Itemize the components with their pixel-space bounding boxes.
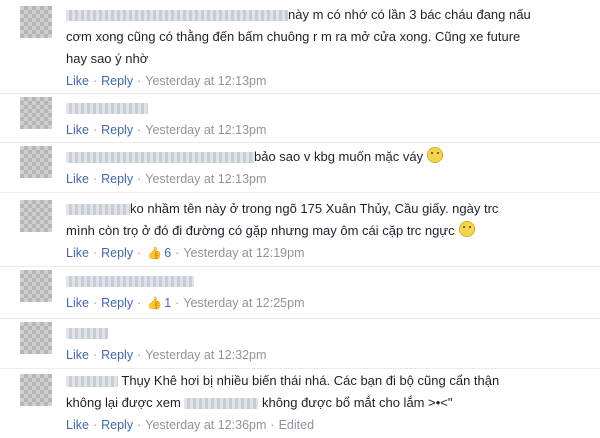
reply-link[interactable]: Reply <box>101 74 133 88</box>
thumbs-up-icon[interactable]: 👍 <box>145 246 164 260</box>
avatar[interactable] <box>20 270 52 302</box>
reply-link[interactable]: Reply <box>101 296 133 310</box>
blurred-word <box>184 398 259 410</box>
separator-dot: · <box>92 348 98 362</box>
comment-text: ko nhầm tên này ở trong ngõ 175 Xuân Thủ… <box>130 201 499 216</box>
avatar[interactable] <box>20 200 52 232</box>
separator-dot: · <box>137 296 142 310</box>
separator-dot: · <box>92 296 98 310</box>
comment-text: cơm xong cũng có thằng đến bấm chuông r … <box>66 29 521 44</box>
comment-text: mình còn trọ ở đó đi đường có gặp nhưng … <box>66 223 455 238</box>
separator-dot: · <box>137 74 142 88</box>
avatar[interactable] <box>20 146 52 178</box>
timestamp[interactable]: Yesterday at 12:13pm <box>145 123 266 137</box>
separator-dot: · <box>92 246 98 260</box>
grin-emoji-icon <box>458 221 475 237</box>
blurred-name <box>66 204 130 216</box>
thumbs-up-icon[interactable]: 👍 <box>145 296 164 310</box>
separator-dot: · <box>175 296 180 310</box>
separator-dot: · <box>92 418 98 432</box>
blurred-name <box>66 10 288 22</box>
avatar[interactable] <box>20 374 52 406</box>
separator-dot: · <box>92 74 98 88</box>
timestamp[interactable]: Yesterday at 12:25pm <box>183 296 304 310</box>
like-link[interactable]: Like <box>66 418 89 432</box>
separator-dot: · <box>137 123 142 137</box>
reply-link[interactable]: Reply <box>101 246 133 260</box>
divider <box>0 142 600 143</box>
blurred-name <box>66 328 108 340</box>
timestamp[interactable]: Yesterday at 12:36pm <box>145 418 266 432</box>
comment-text: này m có nhớ có lần 3 bác cháu đang nấu <box>288 7 531 22</box>
separator-dot: · <box>92 123 98 137</box>
sad-emoji-icon <box>427 147 444 163</box>
divider <box>0 266 600 267</box>
reply-link[interactable]: Reply <box>101 123 133 137</box>
separator-dot: · <box>137 172 142 186</box>
blurred-name <box>66 152 254 164</box>
like-link[interactable]: Like <box>66 123 89 137</box>
like-link[interactable]: Like <box>66 74 89 88</box>
comment-text: hay sao ý nhờ <box>66 51 149 66</box>
like-link[interactable]: Like <box>66 172 89 186</box>
divider <box>0 93 600 94</box>
separator-dot: · <box>137 348 142 362</box>
divider <box>0 368 600 369</box>
like-link[interactable]: Like <box>66 348 89 362</box>
edited-label[interactable]: Edited <box>279 418 314 432</box>
avatar[interactable] <box>20 6 52 38</box>
separator-dot: · <box>175 246 180 260</box>
reply-link[interactable]: Reply <box>101 348 133 362</box>
reply-link[interactable]: Reply <box>101 172 133 186</box>
divider <box>0 318 600 319</box>
like-link[interactable]: Like <box>66 246 89 260</box>
separator-dot: · <box>137 418 142 432</box>
divider <box>0 192 600 193</box>
comment-text: không lại được xem <box>66 395 181 410</box>
separator-dot: · <box>92 172 98 186</box>
blurred-name <box>66 103 148 115</box>
blurred-name <box>66 276 194 288</box>
like-link[interactable]: Like <box>66 296 89 310</box>
timestamp[interactable]: Yesterday at 12:13pm <box>145 74 266 88</box>
avatar[interactable] <box>20 322 52 354</box>
timestamp[interactable]: Yesterday at 12:32pm <box>145 348 266 362</box>
timestamp[interactable]: Yesterday at 12:13pm <box>145 172 266 186</box>
separator-dot: · <box>270 418 275 432</box>
avatar[interactable] <box>20 97 52 129</box>
blurred-name <box>66 376 118 388</box>
comment-text: không được bổ mắt cho lắm >•<" <box>262 395 453 410</box>
separator-dot: · <box>137 246 142 260</box>
comment-text: Thụy Khê hơi bị nhiều biến thái nhá. Các… <box>121 373 500 388</box>
reply-link[interactable]: Reply <box>101 418 133 432</box>
timestamp[interactable]: Yesterday at 12:19pm <box>183 246 304 260</box>
comment-text: bảo sao v kbg muốn mặc váy <box>254 149 424 164</box>
